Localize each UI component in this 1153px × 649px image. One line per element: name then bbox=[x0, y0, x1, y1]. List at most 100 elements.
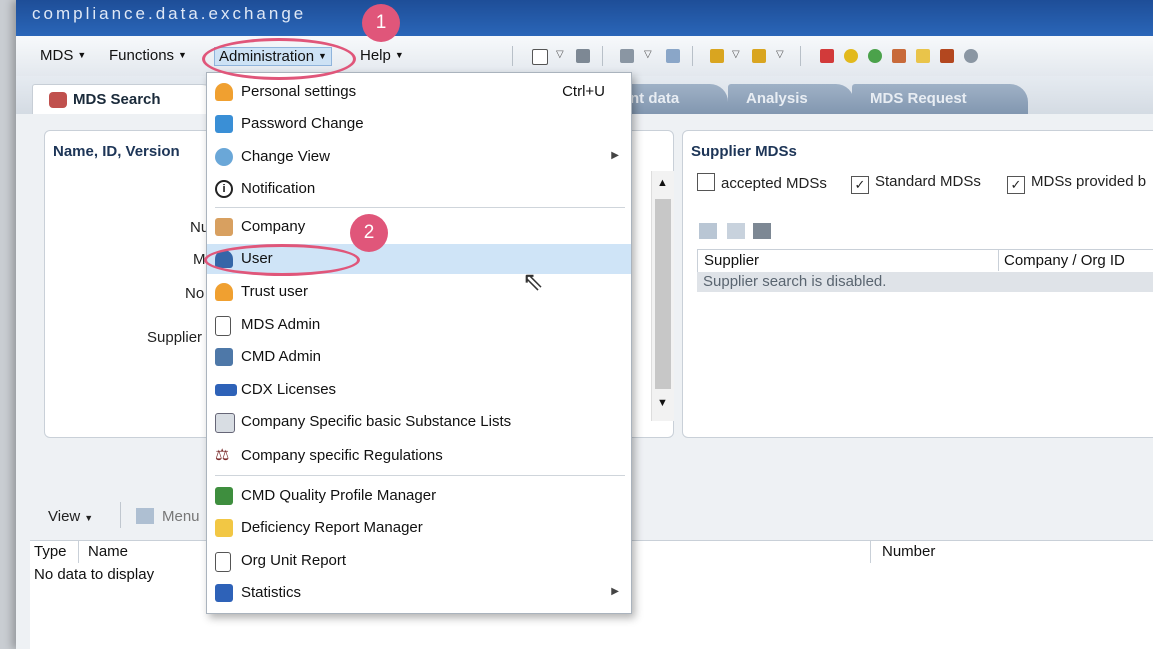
menu-functions[interactable]: Functions ▼ bbox=[109, 47, 187, 64]
dropdown-arrow-icon[interactable]: ▽ bbox=[556, 49, 570, 63]
checkmark-icon[interactable]: ✓ bbox=[851, 176, 869, 194]
tab-analysis[interactable]: Analysis bbox=[728, 84, 854, 114]
tab-analysis-label: Analysis bbox=[746, 90, 808, 107]
menu-item-cmd-admin[interactable]: CMD Admin bbox=[207, 342, 631, 372]
menu-item-deficiency-report[interactable]: Deficiency Report Manager bbox=[207, 513, 631, 543]
dropdown-arrow-icon[interactable]: ▽ bbox=[732, 49, 746, 63]
menu-item-regulations[interactable]: ⚖ Company specific Regulations bbox=[207, 441, 631, 471]
tab-mds-search[interactable]: MDS Search bbox=[32, 84, 220, 115]
upload-icon[interactable] bbox=[752, 49, 766, 63]
checkbox-mdss-provided[interactable]: ✓ MDSs provided b bbox=[1007, 173, 1146, 194]
menu-item-trust-user[interactable]: Trust user bbox=[207, 277, 631, 307]
toolbar-separator bbox=[692, 46, 693, 66]
menu-item-org-unit-report[interactable]: Org Unit Report bbox=[207, 546, 631, 576]
dropdown-arrow-icon[interactable]: ▽ bbox=[644, 49, 658, 63]
bar-chart-icon bbox=[215, 584, 233, 602]
quality-check-icon bbox=[215, 487, 233, 505]
menu-item-statistics[interactable]: Statistics ▶ bbox=[207, 578, 631, 608]
column-name[interactable]: Name bbox=[88, 543, 128, 560]
menu-bar: MDS ▼ Functions ▼ Administration ▼ Help ▼ ▽ … bbox=[16, 36, 1153, 77]
scroll-thumb[interactable] bbox=[655, 199, 671, 389]
molecule-icon[interactable] bbox=[868, 49, 882, 63]
menu-separator bbox=[215, 207, 625, 208]
menu-item-personal-settings[interactable]: Personal settings Ctrl+U bbox=[207, 77, 631, 107]
caret-down-icon: ▼ bbox=[394, 50, 404, 60]
menu-item-label: CMD Quality Profile Manager bbox=[241, 487, 437, 504]
menu-label[interactable]: Menu bbox=[162, 508, 200, 525]
add-supplier-icon[interactable] bbox=[699, 223, 717, 239]
menu-item-notification[interactable]: i Notification bbox=[207, 174, 631, 204]
flask-icon[interactable] bbox=[940, 49, 954, 63]
menu-mds[interactable]: MDS ▼ bbox=[40, 47, 86, 64]
submenu-arrow-icon: ▶ bbox=[611, 150, 619, 161]
view-menu-label: View bbox=[48, 508, 81, 525]
step-badge-1: 1 bbox=[362, 4, 400, 42]
list-icon bbox=[215, 413, 235, 433]
component-icon[interactable] bbox=[892, 49, 906, 63]
menu-help-label: Help bbox=[360, 47, 391, 64]
tab-mds-search-label: MDS Search bbox=[73, 91, 161, 108]
column-company-org-id[interactable]: Company / Org ID bbox=[1004, 252, 1125, 269]
submenu-arrow-icon: ▶ bbox=[611, 586, 619, 597]
menu-item-shortcut: Ctrl+U bbox=[562, 83, 605, 100]
menu-item-label: Notification bbox=[241, 180, 316, 197]
checkbox-accepted-mdss[interactable]: accepted MDSs bbox=[697, 173, 827, 192]
checkmark-icon[interactable]: ✓ bbox=[1007, 176, 1025, 194]
menu-item-company[interactable]: Company bbox=[207, 212, 631, 242]
menu-item-label: CMD Admin bbox=[241, 348, 322, 365]
yellow-sphere-icon[interactable] bbox=[844, 49, 858, 63]
remove-supplier-icon[interactable] bbox=[727, 223, 745, 239]
menu-item-cdx-licenses[interactable]: CDX Licenses bbox=[207, 375, 631, 405]
menu-item-quality-profile[interactable]: CMD Quality Profile Manager bbox=[207, 481, 631, 511]
no-data-text: No data to display bbox=[34, 566, 155, 583]
menu-help[interactable]: Help ▼ bbox=[360, 47, 404, 64]
new-document-icon[interactable] bbox=[532, 49, 548, 65]
title-bar: compliance.data.exchange bbox=[16, 0, 1153, 36]
column-divider bbox=[78, 541, 79, 563]
column-supplier[interactable]: Supplier bbox=[704, 252, 759, 269]
menu-item-label: Company Specific basic Substance Lists bbox=[241, 413, 512, 430]
highlight-ring-administration bbox=[202, 38, 356, 80]
scroll-down-icon[interactable]: ▼ bbox=[657, 397, 668, 409]
step-badge-label: 1 bbox=[375, 12, 387, 33]
save-icon[interactable] bbox=[576, 49, 590, 63]
menu-item-substance-lists[interactable]: Company Specific basic Substance Lists bbox=[207, 407, 631, 437]
supplier-panel-title: Supplier MDSs bbox=[691, 143, 797, 160]
print-icon[interactable] bbox=[620, 49, 634, 63]
menu-mds-label: MDS bbox=[40, 47, 74, 64]
menu-item-label: Company specific Regulations bbox=[241, 447, 443, 464]
gavel-icon: ⚖ bbox=[215, 447, 233, 465]
column-number[interactable]: Number bbox=[882, 543, 935, 560]
settings-gear-icon[interactable] bbox=[964, 49, 978, 63]
menu-item-label: Change View bbox=[241, 148, 330, 165]
search-panel-scrollbar[interactable]: ▲ ▼ bbox=[651, 171, 674, 421]
menu-item-password-change[interactable]: Password Change bbox=[207, 109, 631, 139]
app-window: compliance.data.exchange MDS ▼ Functions ▼… bbox=[16, 0, 1153, 649]
column-divider bbox=[998, 249, 999, 271]
toolbar-separator bbox=[512, 46, 513, 66]
checkbox-standard-mdss[interactable]: ✓ Standard MDSs bbox=[851, 173, 981, 194]
menu-separator bbox=[215, 475, 625, 476]
gear-icon bbox=[215, 148, 233, 166]
info-icon: i bbox=[215, 180, 233, 198]
checkbox-unchecked[interactable] bbox=[697, 173, 715, 191]
menu-item-label: Trust user bbox=[241, 283, 308, 300]
red-cube-icon[interactable] bbox=[820, 49, 834, 63]
download-icon[interactable] bbox=[710, 49, 724, 63]
scroll-up-icon[interactable]: ▲ bbox=[657, 177, 668, 189]
column-type[interactable]: Type bbox=[34, 543, 67, 560]
search-panel-title: Name, ID, Version bbox=[53, 143, 180, 160]
menu-item-change-view[interactable]: Change View ▶ bbox=[207, 142, 631, 172]
supplier-table-header: Supplier Company / Org ID bbox=[697, 249, 1153, 273]
view-menu[interactable]: View ▼ bbox=[48, 508, 93, 525]
menu-item-label: CDX Licenses bbox=[241, 381, 337, 398]
menu-item-mds-admin[interactable]: MDS Admin bbox=[207, 310, 631, 340]
edit-document-icon[interactable] bbox=[666, 49, 680, 63]
folder-icon[interactable] bbox=[916, 49, 930, 63]
save-icon[interactable] bbox=[753, 223, 771, 239]
menu-icon[interactable] bbox=[136, 508, 154, 524]
dropdown-arrow-icon[interactable]: ▽ bbox=[776, 49, 790, 63]
supplier-panel: Supplier MDSs accepted MDSs ✓ Standard MD… bbox=[682, 130, 1153, 438]
highlight-ring-user bbox=[204, 244, 360, 276]
tab-mds-request[interactable]: MDS Request bbox=[852, 84, 1028, 114]
